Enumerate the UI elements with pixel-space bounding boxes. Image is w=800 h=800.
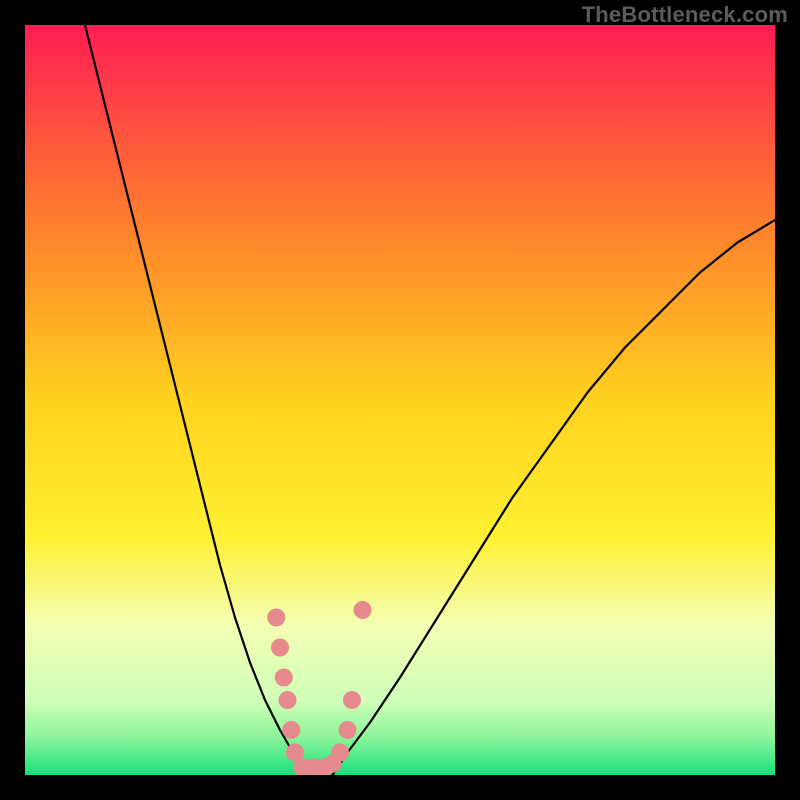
chart-plot-area xyxy=(25,25,775,775)
chart-svg xyxy=(25,25,775,775)
marker-dot xyxy=(267,609,285,627)
marker-dot xyxy=(271,639,289,657)
marker-dot xyxy=(331,744,349,762)
marker-dot xyxy=(282,721,300,739)
chart-frame: TheBottleneck.com xyxy=(0,0,800,800)
marker-dot xyxy=(339,721,357,739)
marker-dot xyxy=(343,691,361,709)
chart-background xyxy=(25,25,775,775)
watermark-label: TheBottleneck.com xyxy=(582,2,788,28)
marker-dot xyxy=(354,601,372,619)
marker-dot xyxy=(275,669,293,687)
marker-dot xyxy=(279,691,297,709)
